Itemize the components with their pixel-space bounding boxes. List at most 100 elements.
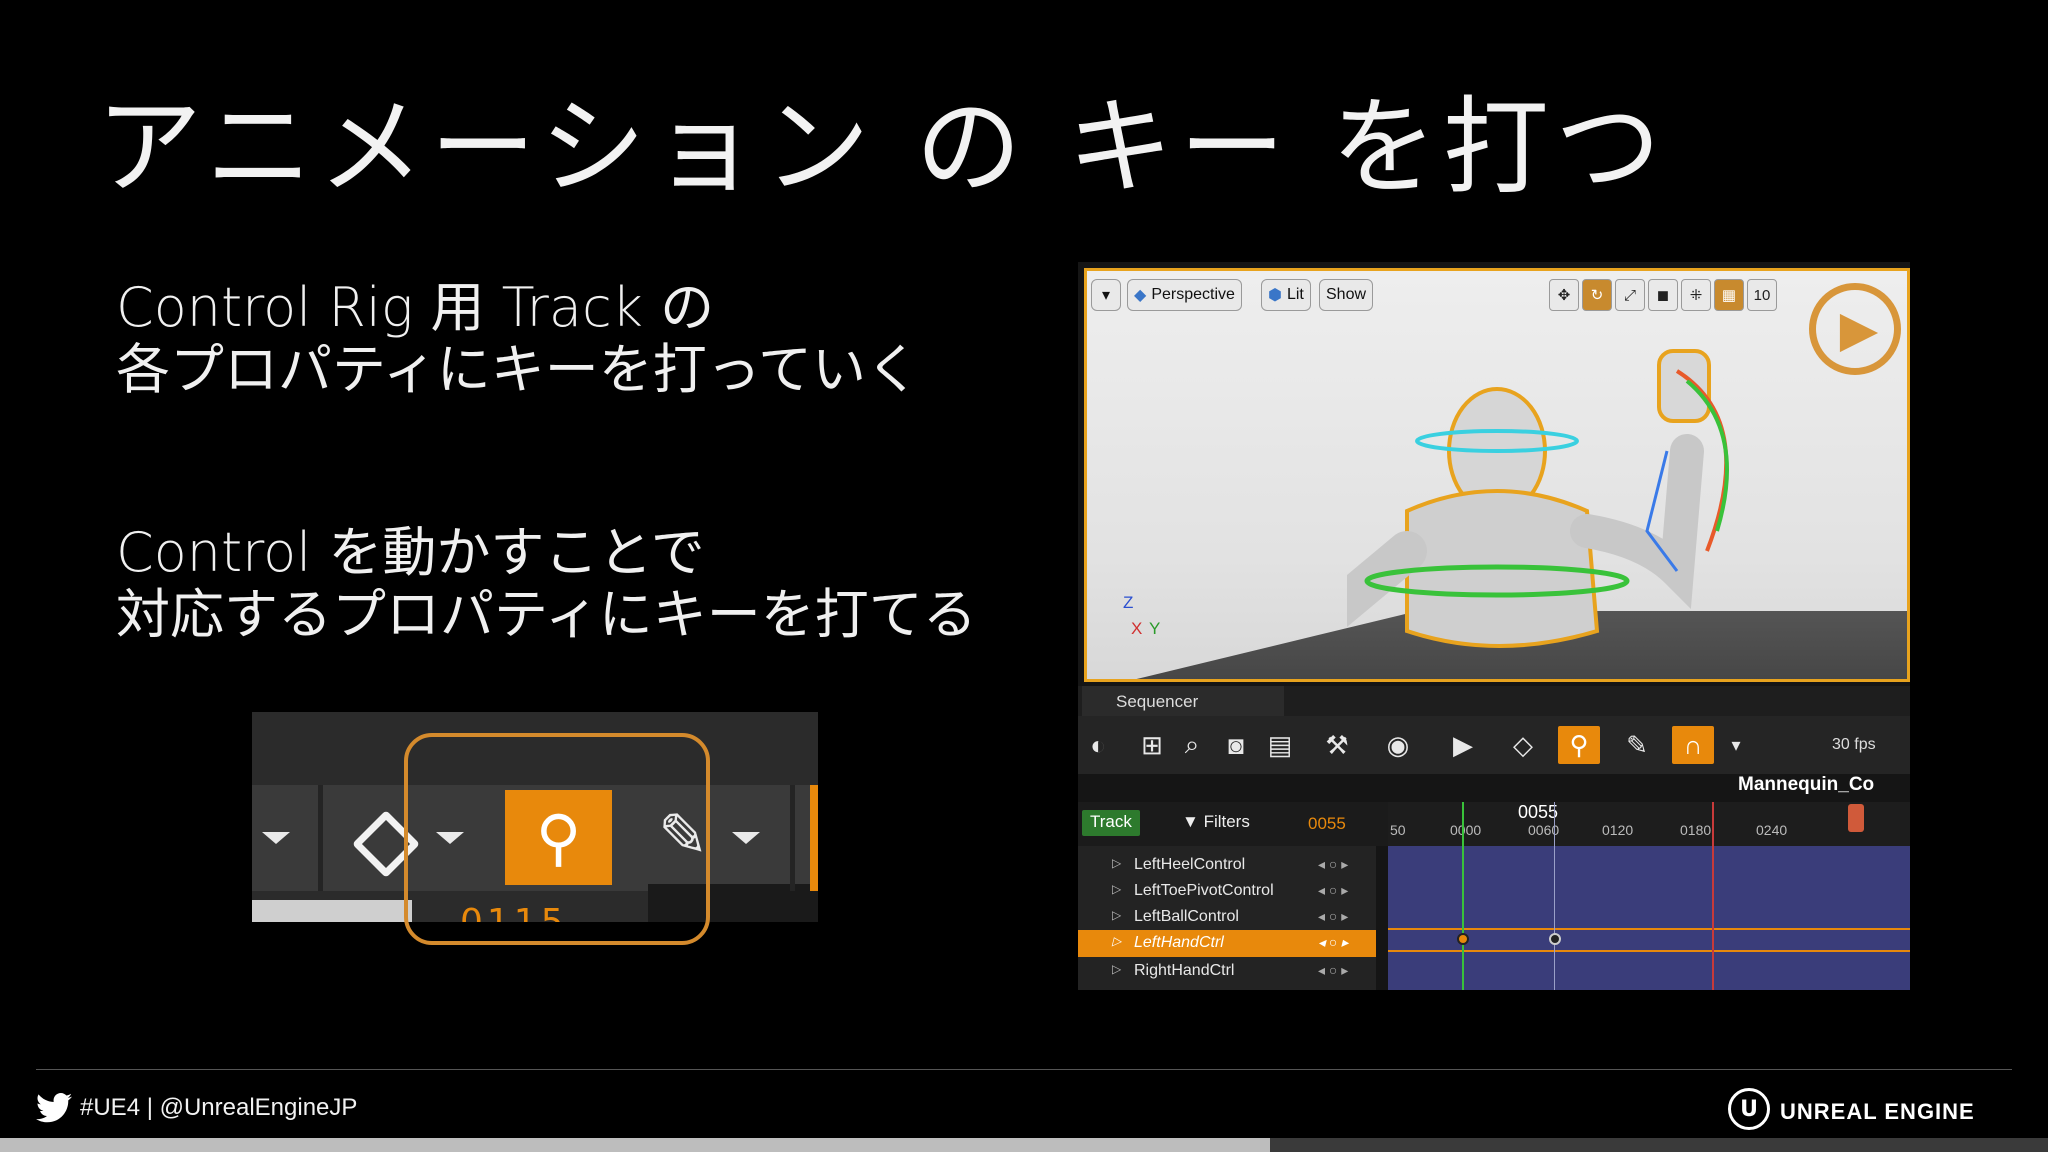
- auto-key-button[interactable]: ⚲: [1558, 726, 1600, 764]
- add-track-label: Track: [1090, 812, 1132, 831]
- slide-title: アニメーション の キー を打つ: [96, 86, 1667, 209]
- show-label: Show: [1326, 286, 1367, 303]
- current-frame-field[interactable]: 0055: [1308, 814, 1346, 834]
- surface-snap-icon[interactable]: ⁜: [1681, 279, 1711, 311]
- render-movie-icon[interactable]: ▤: [1262, 726, 1298, 764]
- ruler-tick: 0240: [1756, 822, 1788, 838]
- brand-name: UNREAL ENGINE: [1780, 1099, 1975, 1124]
- save-icon[interactable]: ⊞: [1134, 726, 1170, 764]
- social-handle: #UE4 | @UnrealEngineJP: [80, 1094, 358, 1121]
- track-label: LeftBallControl: [1134, 908, 1239, 925]
- sequencer-toolbar: ◐ ⊞ ⌕ ◙ ▤ ⚒ ◉ ▶ ◇ ⚲ ✎ ∩ ▾ 30 fps: [1078, 716, 1910, 774]
- perspective-icon: ◆: [1134, 287, 1147, 304]
- slide-progress-bar: [0, 1138, 2048, 1152]
- key-nav-icon[interactable]: ◂ ○ ▸: [1318, 908, 1348, 925]
- dropdown-arrow-icon[interactable]: [262, 832, 290, 844]
- playhead-frame-label: 0055: [1518, 802, 1559, 822]
- ruler-tick: 0000: [1450, 822, 1482, 838]
- highlight-frame: [404, 733, 710, 945]
- axis-x-label: X: [1131, 619, 1143, 638]
- ruler-tick: 0120: [1602, 822, 1634, 838]
- grid-snap-value[interactable]: 10: [1747, 279, 1777, 311]
- lit-button[interactable]: ⬢ Lit: [1261, 279, 1311, 311]
- track-label: LeftToePivotControl: [1134, 882, 1274, 899]
- text-block-control-keys: Control を動かすことで 対応するプロパティにキーを打てる: [116, 522, 977, 646]
- ruler-tick: 50: [1390, 822, 1406, 838]
- chevron-down-icon[interactable]: ▾: [1722, 726, 1750, 764]
- key-nav-icon[interactable]: ◂ ○ ▸: [1318, 882, 1348, 899]
- snap-magnet-icon[interactable]: ∩: [1672, 726, 1714, 764]
- keyframe[interactable]: [1457, 933, 1469, 945]
- text-line: Control を動かすことで: [116, 521, 705, 584]
- track-label: LeftHeelControl: [1134, 856, 1246, 873]
- time-ruler[interactable]: 0055 50 0000 0060 0120 0180 0240: [1388, 802, 1910, 846]
- key-diamond-icon[interactable]: ◇: [1498, 726, 1548, 764]
- playhead-marker[interactable]: [1848, 804, 1864, 832]
- unreal-editor-screenshot: ▾ ◆ Perspective ⬢ Lit Show ✥ ↻ ⤢ ◼ ⁜ ▦ 1…: [1078, 262, 1910, 990]
- text-line: Control Rig 用 Track の: [116, 276, 715, 339]
- pencil-icon[interactable]: ✎: [1612, 726, 1662, 764]
- viewport[interactable]: ▾ ◆ Perspective ⬢ Lit Show ✥ ↻ ⤢ ◼ ⁜ ▦ 1…: [1084, 268, 1910, 682]
- filters-button[interactable]: ▼ Filters: [1182, 812, 1250, 832]
- expand-arrow-icon[interactable]: ▷: [1112, 962, 1121, 976]
- expand-arrow-icon[interactable]: ▷: [1112, 856, 1121, 870]
- tools-icon[interactable]: ⚒: [1312, 726, 1362, 764]
- text-line: 対応するプロパティにキーを打てる: [116, 583, 977, 646]
- show-button[interactable]: Show: [1319, 279, 1374, 311]
- viewport-transform-tools: ✥ ↻ ⤢ ◼ ⁜ ▦ 10: [1549, 279, 1777, 311]
- world-local-icon[interactable]: ◼: [1648, 279, 1678, 311]
- fps-selector[interactable]: 30 fps: [1832, 736, 1876, 754]
- toolbar-separator: [318, 785, 323, 891]
- tab-sequencer[interactable]: Sequencer: [1082, 686, 1284, 716]
- mannequin-figure[interactable]: [1347, 331, 1907, 682]
- perspective-button[interactable]: ◆ Perspective: [1127, 279, 1242, 311]
- playback-icon[interactable]: ▶: [1438, 726, 1488, 764]
- lit-icon: ⬢: [1268, 287, 1282, 304]
- toolbar-lower-strip: [252, 900, 412, 922]
- start-marker: [1462, 802, 1464, 990]
- timeline-area[interactable]: [1388, 802, 1910, 990]
- viewport-options-button[interactable]: ▾: [1091, 279, 1121, 311]
- ruler-tick: 0180: [1680, 822, 1712, 838]
- key-nav-icon[interactable]: ◂ ○ ▸: [1318, 962, 1348, 979]
- filter-icon: ▼: [1182, 812, 1199, 831]
- unreal-logo-icon: U: [1728, 1088, 1770, 1130]
- slide-progress-fill: [0, 1138, 1270, 1152]
- world-icon[interactable]: ◐: [1082, 726, 1114, 764]
- track-row-selected[interactable]: ▷ LeftHandCtrl ◂ ○ ▸: [1078, 930, 1376, 957]
- expand-arrow-icon[interactable]: ▷: [1112, 934, 1121, 948]
- expand-arrow-icon[interactable]: ▷: [1112, 908, 1121, 922]
- axis-y-label: Y: [1149, 619, 1161, 638]
- rotate-icon[interactable]: ↻: [1582, 279, 1612, 311]
- track-row[interactable]: ▷ LeftToePivotControl ◂ ○ ▸: [1078, 878, 1376, 905]
- end-marker: [1712, 802, 1714, 990]
- axis-gizmo: Z X Y: [1117, 593, 1167, 643]
- sequencer-tab-label: Sequencer: [1116, 692, 1199, 711]
- search-icon[interactable]: ⌕: [1174, 726, 1210, 764]
- key-nav-icon[interactable]: ◂ ○ ▸: [1318, 934, 1348, 951]
- view-icon[interactable]: ◉: [1368, 726, 1428, 764]
- track-label: LeftHandCtrl: [1134, 934, 1224, 951]
- scale-icon[interactable]: ⤢: [1615, 279, 1645, 311]
- toolbar-separator: [790, 785, 795, 891]
- track-label: RightHandCtrl: [1134, 962, 1235, 979]
- track-tree: ▷ LeftHeelControl ◂ ○ ▸ ▷ LeftToePivotCo…: [1078, 846, 1376, 990]
- expand-arrow-icon[interactable]: ▷: [1112, 882, 1121, 896]
- grid-snap-icon[interactable]: ▦: [1714, 279, 1744, 311]
- keyframe[interactable]: [1549, 933, 1561, 945]
- playhead-line: [1554, 802, 1555, 990]
- key-nav-icon[interactable]: ◂ ○ ▸: [1318, 856, 1348, 873]
- axis-z-label: Z: [1123, 593, 1134, 612]
- dropdown-arrow-icon[interactable]: [732, 832, 760, 844]
- track-row[interactable]: ▷ RightHandCtrl ◂ ○ ▸: [1078, 958, 1376, 985]
- perspective-label: Perspective: [1151, 286, 1235, 303]
- twitter-icon: [36, 1093, 72, 1123]
- camera-icon[interactable]: ◙: [1216, 726, 1256, 764]
- sequencer-tab-bar: Sequencer: [1078, 686, 1910, 716]
- footer-divider: [36, 1069, 2012, 1070]
- sequence-name: Mannequin_Co: [1738, 774, 1875, 795]
- move-icon[interactable]: ✥: [1549, 279, 1579, 311]
- add-track-button[interactable]: Track: [1082, 810, 1140, 836]
- track-row[interactable]: ▷ LeftHeelControl ◂ ○ ▸: [1078, 852, 1376, 879]
- track-row[interactable]: ▷ LeftBallControl ◂ ○ ▸: [1078, 904, 1376, 931]
